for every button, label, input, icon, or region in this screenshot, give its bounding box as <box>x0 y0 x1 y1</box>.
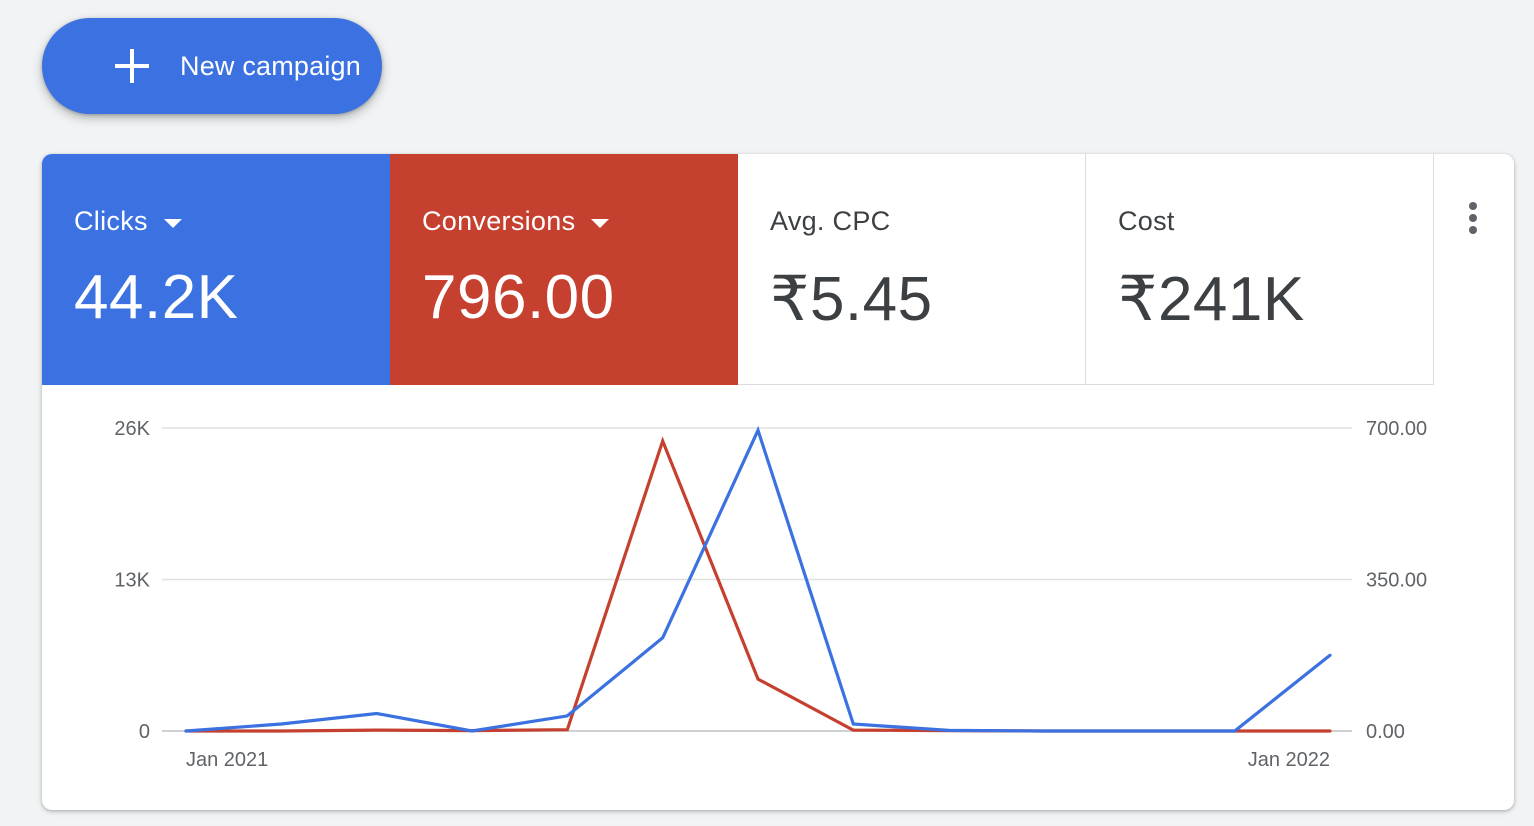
metric-tile-avg-cpc-label-row: Avg. CPC <box>770 206 890 237</box>
x-tick-label: Jan 2022 <box>1248 749 1330 771</box>
series-line-conversions <box>184 436 1332 733</box>
plus-icon <box>115 49 149 83</box>
metric-tiles: Clicks 44.2K Conversions 796.00 Avg. CPC… <box>42 154 1434 385</box>
more-vert-icon[interactable] <box>1460 198 1486 238</box>
metric-label-cost: Cost <box>1118 206 1175 236</box>
overview-card: Clicks 44.2K Conversions 796.00 Avg. CPC… <box>42 154 1514 810</box>
metric-tile-avg-cpc[interactable]: Avg. CPC ₹5.45 <box>738 154 1086 385</box>
y-left-tick-label: 13K <box>114 570 150 592</box>
metric-value-avg-cpc: ₹5.45 <box>770 265 933 334</box>
metric-tile-conversions-label-row: Conversions <box>422 206 610 237</box>
metric-value-conversions: 796.00 <box>422 263 615 332</box>
metric-value-clicks: 44.2K <box>74 263 239 332</box>
y-right-tick-label: 350.00 <box>1366 570 1427 592</box>
metric-tile-cost-label-row: Cost <box>1118 206 1175 237</box>
y-left-tick-label: 26K <box>114 418 150 440</box>
series-line-clicks <box>184 425 1332 733</box>
dropdown-caret-icon[interactable] <box>163 218 182 228</box>
dropdown-caret-icon[interactable] <box>591 218 610 228</box>
metric-tile-clicks[interactable]: Clicks 44.2K <box>42 154 390 385</box>
y-right-tick-label: 700.00 <box>1366 418 1427 440</box>
y-left-tick-label: 0 <box>139 721 150 743</box>
metric-label-clicks: Clicks <box>74 206 148 236</box>
metric-tile-cost[interactable]: Cost ₹241K <box>1086 154 1434 385</box>
new-campaign-button[interactable]: New campaign <box>42 18 382 114</box>
metric-tile-clicks-label-row: Clicks <box>74 206 182 237</box>
x-tick-label: Jan 2021 <box>186 749 268 771</box>
new-campaign-label: New campaign <box>180 50 361 81</box>
metric-label-avg-cpc: Avg. CPC <box>770 206 891 236</box>
metric-value-cost: ₹241K <box>1118 265 1305 334</box>
performance-line-chart: 0 0.00 13K 350.00 26K 700.00 Jan 2021 Jan 2022 <box>114 418 1427 771</box>
metric-label-conversions: Conversions <box>422 206 576 236</box>
metric-tile-conversions[interactable]: Conversions 796.00 <box>390 154 738 385</box>
y-right-tick-label: 0.00 <box>1366 721 1405 743</box>
